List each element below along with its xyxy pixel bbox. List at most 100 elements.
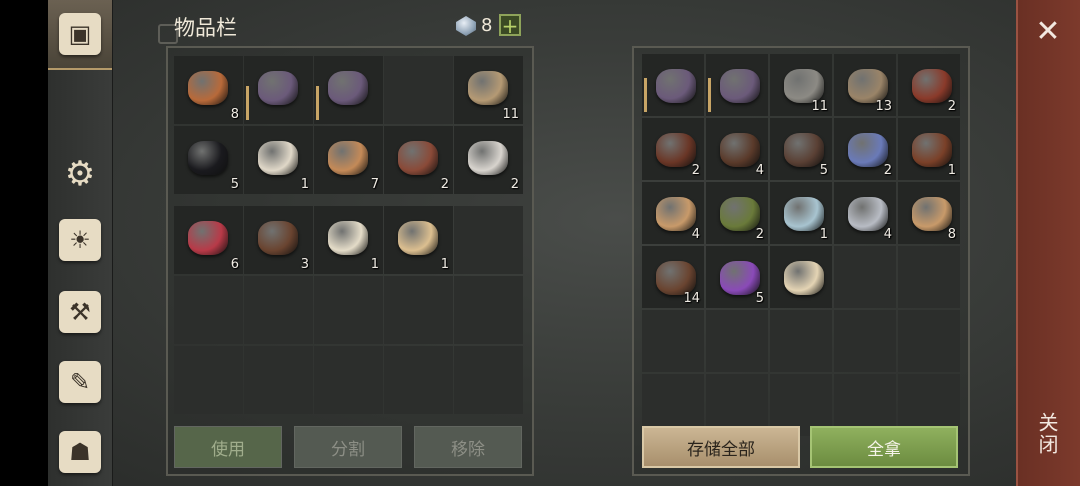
inventory-slot[interactable] [174,346,243,414]
storage-slot[interactable]: 4 [834,182,896,244]
storage-slot[interactable] [834,246,896,308]
item-count: 1 [819,227,828,242]
inventory-slot[interactable]: 1 [314,206,383,274]
storage-slot[interactable] [834,310,896,372]
item-count: 13 [875,99,892,114]
inventory-slot[interactable] [314,276,383,344]
fang-icon [322,212,374,264]
storage-slot[interactable]: 2 [898,54,960,116]
item-count: 2 [691,163,700,178]
inventory-slot[interactable] [454,346,523,414]
inventory-slot[interactable]: 2 [384,126,453,194]
build-tab[interactable]: ⚒ [52,284,108,340]
item-count: 7 [370,177,379,192]
sun-book-icon: ☀ [59,219,101,261]
inventory-slot[interactable] [174,276,243,344]
close-icon[interactable]: ✕ [1032,16,1064,48]
quest-scroll-icon: ✎ [59,361,101,403]
item-count: 6 [230,257,239,272]
animal-hide-icon [252,212,304,264]
item-count: 2 [947,99,956,114]
item-count: 1 [440,257,449,272]
storage-slot[interactable] [706,310,768,372]
item-count: 2 [755,227,764,242]
storage-slot[interactable]: 2 [642,118,704,180]
inventory-slot[interactable]: 7 [314,126,383,194]
item-count: 11 [502,107,519,122]
storage-slot[interactable]: 2 [834,118,896,180]
storage-slot[interactable]: 5 [706,246,768,308]
storage-slot[interactable]: 5 [770,118,832,180]
journal-tab[interactable]: ☀ [52,212,108,268]
inventory-slot[interactable] [384,56,453,124]
scroll-icon [778,252,830,304]
inventory-slot[interactable] [384,346,453,414]
durability-bar [316,86,319,120]
inventory-slot[interactable] [384,276,453,344]
item-count: 5 [819,163,828,178]
storage-slot[interactable]: 13 [834,54,896,116]
inventory-slot[interactable]: 2 [454,126,523,194]
split-button[interactable]: 分割 [294,426,402,468]
storage-slot[interactable]: 1 [898,118,960,180]
storage-slot[interactable]: 1 [770,182,832,244]
inventory-slot[interactable] [454,276,523,344]
store-all-button[interactable]: 存储全部 [642,426,800,468]
nails-icon [392,132,444,184]
crafting-tab[interactable]: ⚙ [52,146,108,202]
inventory-slot[interactable] [454,206,523,274]
skull-icon [252,132,304,184]
inventory-slot[interactable] [244,56,313,124]
close-label[interactable]: 关闭 [1034,412,1062,456]
quest-tab[interactable]: ✎ [52,354,108,410]
item-count: 4 [755,163,764,178]
add-gems-button[interactable]: + [499,14,521,36]
storage-slot[interactable] [898,246,960,308]
inventory-slot[interactable]: 1 [244,126,313,194]
inventory-slot[interactable]: 1 [384,206,453,274]
inventory-slot[interactable] [314,56,383,124]
durability-bar [708,78,711,112]
storage-slot[interactable]: 11 [770,54,832,116]
use-button[interactable]: 使用 [174,426,282,468]
coal-icon [182,132,234,184]
item-count: 4 [883,227,892,242]
storage-slot[interactable] [642,54,704,116]
storage-slot[interactable]: 14 [642,246,704,308]
mace-icon [650,60,702,112]
item-count: 8 [230,107,239,122]
raw-meat-icon [182,212,234,264]
storage-slot[interactable] [770,310,832,372]
durability-bar [246,86,249,120]
remove-button[interactable]: 移除 [414,426,522,468]
inventory-slot[interactable] [244,276,313,344]
storage-slot[interactable] [706,54,768,116]
inventory-slot[interactable] [244,346,313,414]
storage-slot[interactable]: 8 [898,182,960,244]
item-count: 14 [683,291,700,306]
inventory-slot[interactable]: 5 [174,126,243,194]
chest-tab[interactable]: ▣ [48,0,112,70]
item-count: 8 [947,227,956,242]
storage-slot[interactable] [770,246,832,308]
durability-bar [644,78,647,112]
inventory-slot[interactable]: 8 [174,56,243,124]
item-count: 4 [691,227,700,242]
inventory-slot[interactable] [314,346,383,414]
storage-slot[interactable] [898,310,960,372]
mace-icon [252,62,304,114]
berry-bucket-icon [182,62,234,114]
inventory-slot[interactable]: 11 [454,56,523,124]
storage-slot[interactable] [642,310,704,372]
item-count: 2 [510,177,519,192]
take-all-button[interactable]: 全拿 [810,426,958,468]
item-count: 2 [440,177,449,192]
character-tab[interactable]: ☗ [52,424,108,480]
storage-slot[interactable]: 4 [642,182,704,244]
sidebar: ▣ ⚙ ☀ ⚒ ✎ ☗ [48,0,113,486]
inventory-slot[interactable]: 3 [244,206,313,274]
inventory-slot[interactable]: 6 [174,206,243,274]
item-count: 1 [947,163,956,178]
storage-slot[interactable]: 4 [706,118,768,180]
storage-slot[interactable]: 2 [706,182,768,244]
